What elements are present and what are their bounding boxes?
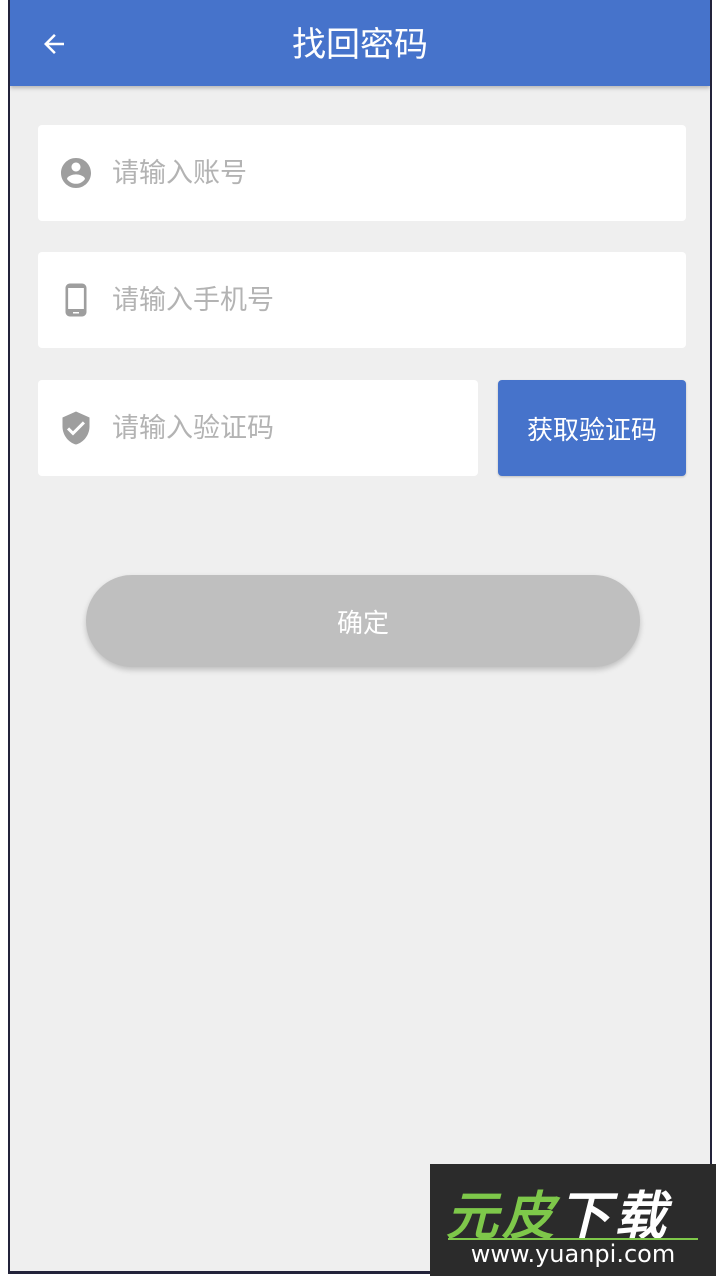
shield-check-icon [58, 410, 94, 446]
watermark-url: www.yuanpi.com [470, 1240, 676, 1268]
get-code-button[interactable]: 获取验证码 [498, 380, 686, 476]
watermark-logo: 元皮下载 www.yuanpi.com [430, 1164, 716, 1276]
account-field[interactable] [38, 125, 686, 221]
code-input[interactable] [110, 411, 478, 445]
page-title: 找回密码 [292, 25, 428, 65]
app-screen: 找回密码 获取验证码 确定 [8, 0, 712, 1274]
confirm-button[interactable]: 确定 [86, 575, 640, 667]
phone-input[interactable] [110, 283, 686, 317]
code-field[interactable] [38, 380, 478, 476]
smartphone-icon [58, 282, 94, 318]
account-input[interactable] [110, 156, 686, 190]
user-circle-icon [58, 155, 94, 191]
app-bar: 找回密码 [10, 0, 710, 86]
phone-field[interactable] [38, 252, 686, 348]
